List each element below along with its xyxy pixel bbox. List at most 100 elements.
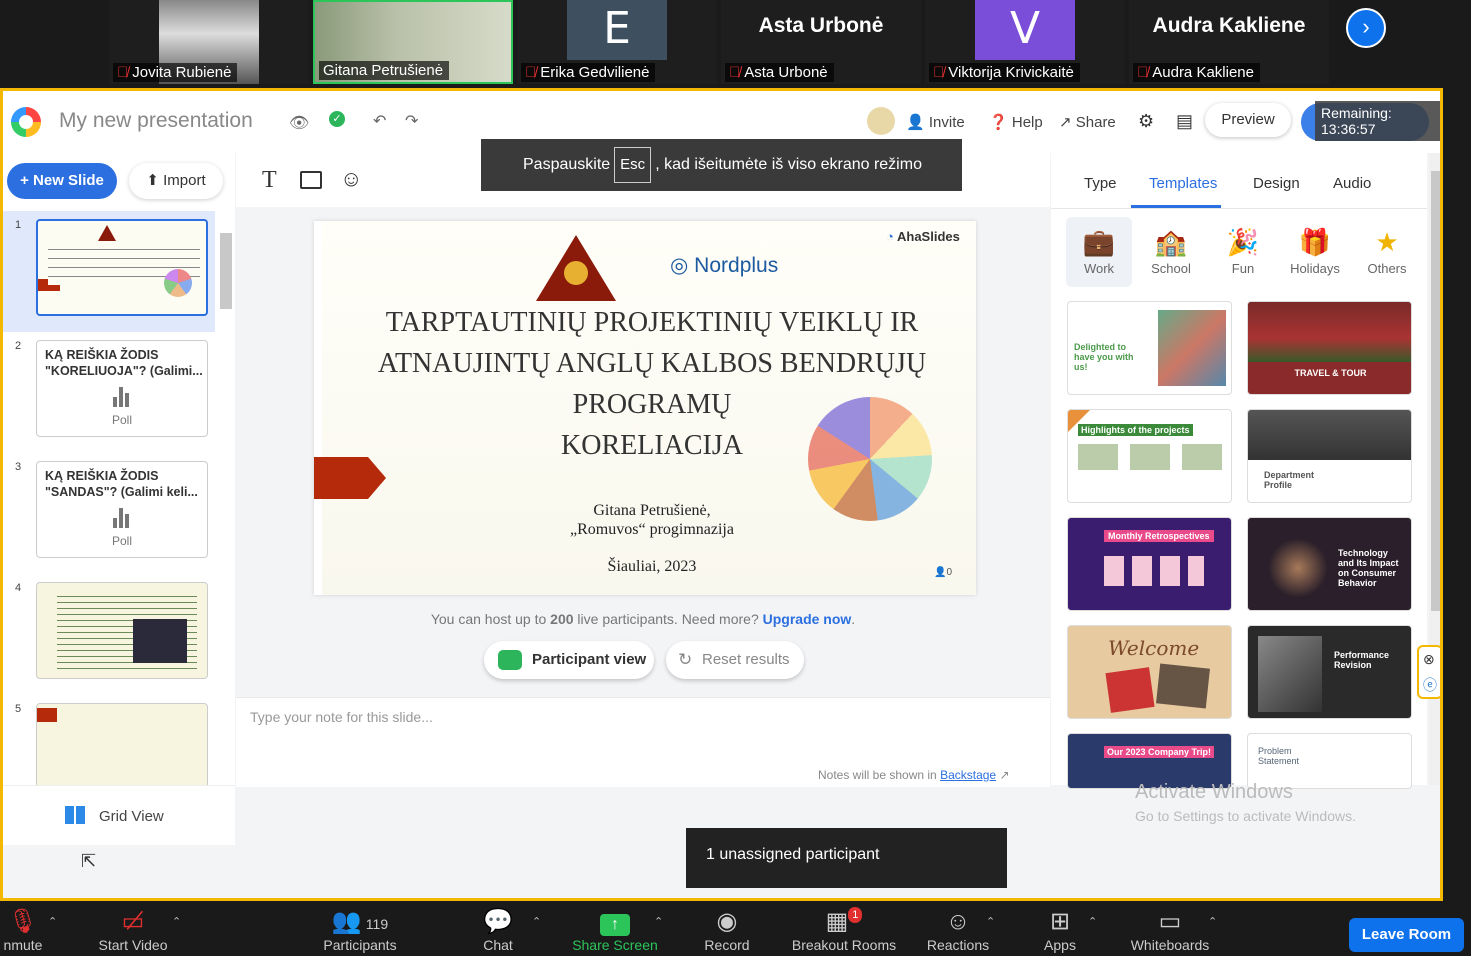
chevron-up-icon[interactable]: ⌃ bbox=[172, 915, 181, 928]
slide-author: Gitana Petrušienė, bbox=[593, 502, 711, 519]
slide-thumb-4[interactable]: 4 bbox=[3, 574, 215, 695]
chevron-up-icon[interactable]: ⌃ bbox=[986, 915, 995, 928]
category-others[interactable]: ★ Others bbox=[1354, 217, 1420, 287]
gallery-next-icon[interactable]: › bbox=[1346, 8, 1386, 48]
chevron-up-icon[interactable]: ⌃ bbox=[1208, 915, 1217, 928]
tab-design[interactable]: Design bbox=[1253, 175, 1300, 192]
notes-input[interactable]: Type your note for this slide... bbox=[250, 709, 433, 725]
video-tile-audra[interactable]: Audra Kakliene 🎙̸ Audra Kakliene bbox=[1129, 0, 1329, 84]
nordplus-logo: ◎ Nordplus bbox=[670, 254, 779, 277]
apps-button[interactable]: ⊞ Apps bbox=[1040, 907, 1080, 953]
backstage-link[interactable]: Backstage bbox=[940, 768, 996, 782]
invite-button[interactable]: 👤 Invite bbox=[906, 113, 965, 131]
slide-notes[interactable]: Type your note for this slide... Notes w… bbox=[236, 697, 1050, 787]
side-widget[interactable]: ⊗ ⓔ bbox=[1417, 645, 1440, 699]
gallery-strip: 🎙̸ Jovita Rubienė Gitana Petrušienė E 🎙̸ E… bbox=[0, 0, 1471, 88]
template-card[interactable]: Technology and Its Impact on Consumer Be… bbox=[1247, 517, 1412, 611]
slide-thumb-1[interactable]: 1 bbox=[3, 211, 215, 332]
share-screen-button[interactable]: ↑ Share Screen bbox=[568, 907, 662, 953]
record-icon: ◉ bbox=[716, 908, 738, 935]
template-card[interactable]: Welcome bbox=[1067, 625, 1232, 719]
muted-mic-icon: 🎙̸ bbox=[933, 64, 945, 81]
template-card[interactable]: TRAVEL & TOUR bbox=[1247, 301, 1412, 395]
reactions-button[interactable]: ☺ Reactions bbox=[922, 907, 994, 953]
whiteboards-button[interactable]: ▭ Whiteboards bbox=[1124, 907, 1216, 953]
tab-audio[interactable]: Audio bbox=[1333, 175, 1371, 192]
new-slide-button[interactable]: + New Slide bbox=[7, 163, 117, 199]
leave-room-button[interactable]: Leave Room bbox=[1349, 918, 1464, 952]
chevron-up-icon[interactable]: ⌃ bbox=[654, 915, 663, 928]
saved-check-icon: ✓ bbox=[329, 111, 345, 127]
redo-icon[interactable]: ↷ bbox=[405, 111, 418, 131]
template-card[interactable]: Performance Revision bbox=[1247, 625, 1412, 719]
category-work[interactable]: 💼 Work bbox=[1066, 217, 1132, 287]
video-tile-asta[interactable]: Asta Urbonė 🎙̸ Asta Urbonė bbox=[721, 0, 921, 84]
slide-title: KĄ REIŠKIA ŽODIS "SANDAS"? (Galimi keli.… bbox=[45, 469, 198, 499]
grid-view-button[interactable]: Grid View bbox=[3, 785, 235, 845]
chevron-up-icon[interactable]: ⌃ bbox=[1088, 915, 1097, 928]
template-card[interactable]: Department Profile bbox=[1247, 409, 1412, 503]
briefcase-icon: 💼 bbox=[1082, 227, 1116, 257]
eye-icon[interactable]: 👁 bbox=[289, 113, 309, 133]
undo-icon[interactable]: ↶ bbox=[373, 111, 386, 131]
avatar[interactable] bbox=[867, 107, 895, 135]
chevron-up-icon[interactable]: ⌃ bbox=[48, 915, 57, 928]
participant-label: 🎙̸ Jovita Rubienė bbox=[113, 63, 238, 82]
image-tool-icon[interactable] bbox=[300, 171, 322, 189]
video-tile-erika[interactable]: E 🎙̸ Erika Gedvilienė bbox=[517, 0, 717, 84]
activate-windows-watermark: Activate Windows Go to Settings to activ… bbox=[1135, 781, 1356, 824]
template-card[interactable]: Monthly Retrospectives bbox=[1067, 517, 1232, 611]
participants-button[interactable]: 👥 119 Participants bbox=[316, 907, 404, 953]
start-video-button[interactable]: ▭̸ Start Video bbox=[92, 907, 174, 953]
presentation-title[interactable]: My new presentation bbox=[59, 109, 253, 133]
reset-results-button[interactable]: ↻ Reset results bbox=[666, 641, 804, 679]
import-button[interactable]: ⬆ Import bbox=[129, 163, 223, 199]
template-card[interactable]: Highlights of the projects bbox=[1067, 409, 1232, 503]
emoji-tool-icon[interactable]: ☺ bbox=[340, 166, 362, 192]
participant-label: 🎙̸ Erika Gedvilienė bbox=[521, 63, 656, 82]
help-button[interactable]: ❓ Help bbox=[989, 113, 1043, 131]
fullscreen-exit-banner: Paspauskite Esc, kad išeitumėte iš viso e… bbox=[481, 139, 962, 191]
slide-thumb-3[interactable]: 3 KĄ REIŠKIA ŽODIS "SANDAS"? (Galimi kel… bbox=[3, 453, 215, 574]
slide-type: Poll bbox=[111, 534, 132, 548]
category-fun[interactable]: 🎉 Fun bbox=[1210, 217, 1276, 287]
settings-gear-icon[interactable]: ⚙ bbox=[1138, 111, 1154, 132]
muted-mic-icon: 🎙̸ bbox=[117, 64, 129, 81]
tab-templates[interactable]: Templates bbox=[1149, 175, 1217, 192]
share-button[interactable]: ↗ Share bbox=[1059, 113, 1116, 131]
tab-type[interactable]: Type bbox=[1084, 175, 1117, 192]
slide-list-panel: + New Slide ⬆ Import 1 2 KĄ REIŠKIA ŽODI… bbox=[3, 153, 235, 845]
slide-list-scrollbar[interactable] bbox=[219, 221, 233, 781]
video-tile-jovita[interactable]: 🎙̸ Jovita Rubienė bbox=[109, 0, 309, 84]
text-tool-icon[interactable]: T bbox=[262, 167, 277, 194]
template-card[interactable]: Delighted to have you with us! bbox=[1067, 301, 1232, 395]
phone-icon bbox=[498, 650, 522, 670]
export-file-icon[interactable]: ▤ bbox=[1176, 111, 1193, 132]
avatar-letter: V bbox=[975, 0, 1075, 60]
category-holidays[interactable]: 🎁 Holidays bbox=[1282, 217, 1348, 287]
chevron-up-icon[interactable]: ⌃ bbox=[532, 915, 541, 928]
unmute-button[interactable]: 🎙 nmute bbox=[0, 907, 46, 953]
upgrade-link[interactable]: Upgrade now bbox=[763, 611, 852, 627]
video-tile-gitana[interactable]: Gitana Petrušienė bbox=[313, 0, 513, 84]
breakout-rooms-button[interactable]: ▦ 1 Breakout Rooms bbox=[784, 907, 904, 953]
poll-bars-icon bbox=[113, 508, 131, 528]
slide-number: 1 bbox=[15, 219, 22, 231]
close-icon[interactable]: ⊗ bbox=[1423, 651, 1435, 668]
muted-mic-icon: 🎙̸ bbox=[729, 64, 741, 81]
chat-button[interactable]: 💬 Chat bbox=[476, 907, 520, 953]
slide-thumb-2[interactable]: 2 KĄ REIŠKIA ŽODIS "KORELIUOJA"? (Galimi… bbox=[3, 332, 215, 453]
slide-thumb-5[interactable]: 5 bbox=[3, 695, 215, 791]
record-button[interactable]: ◉ Record bbox=[700, 907, 754, 953]
participant-view-button[interactable]: Participant view bbox=[484, 641, 654, 679]
preview-button[interactable]: Preview bbox=[1205, 103, 1291, 137]
ahaslides-logo bbox=[11, 107, 41, 137]
category-school[interactable]: 🏫 School bbox=[1138, 217, 1204, 287]
whiteboard-icon: ▭ bbox=[1158, 908, 1182, 935]
slide-number: 3 bbox=[15, 461, 22, 473]
shared-screen: My new presentation 👁 ✓ ↶ ↷ 👤 Invite ❓ H… bbox=[0, 88, 1443, 901]
slide-canvas[interactable]: ◔ AhaSlides ◎ Nordplus TARPTAUTINIŲ PROJ… bbox=[314, 221, 976, 595]
extension-icon[interactable]: ⓔ bbox=[1423, 675, 1437, 695]
video-tile-viktorija[interactable]: V 🎙̸ Viktorija Krivickaitė bbox=[925, 0, 1125, 84]
editor-area: T ☺ ◔ AhaSlides ◎ Nordplus TARPTAUTINIŲ … bbox=[236, 153, 1050, 787]
